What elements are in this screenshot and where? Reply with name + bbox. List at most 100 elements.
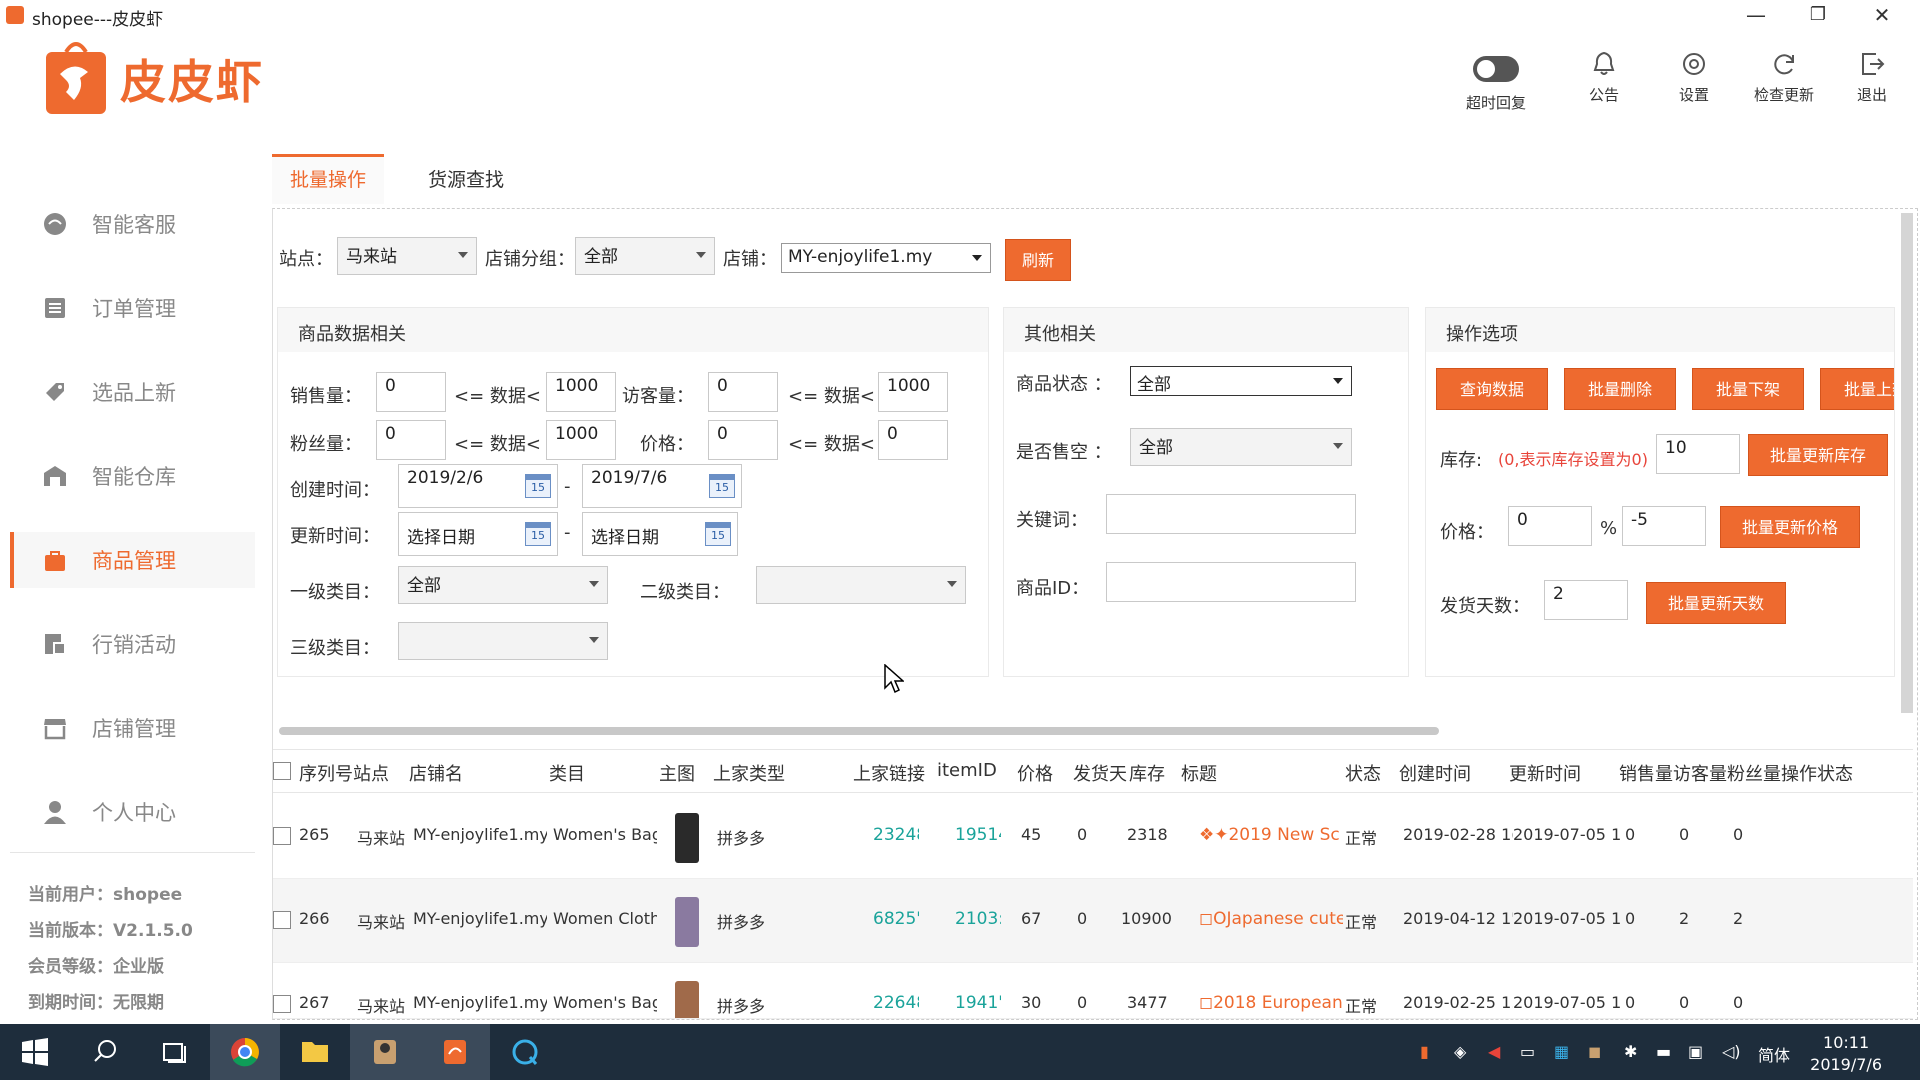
tray-arrow-icon[interactable]: ◀ [1488,1042,1500,1061]
cat3-select[interactable] [398,622,608,660]
cat1-select[interactable]: 全部 [398,566,608,604]
cell-sales: 0 [1625,825,1636,844]
batch-unlist-button[interactable]: 批量下架 [1692,368,1804,410]
price-min-input[interactable]: 0 [708,420,778,460]
sidebar-item-profile[interactable]: 个人中心 [10,784,255,840]
tray-user-icon[interactable]: ◼ [1588,1042,1601,1061]
tray-shield-icon[interactable]: ◈ [1454,1042,1466,1061]
tray-grid-icon[interactable]: ▦ [1554,1042,1569,1061]
horizontal-scrollbar[interactable] [279,727,1439,735]
taskbar-clock[interactable]: 10:11 2019/7/6 [1810,1032,1882,1076]
query-data-button[interactable]: 查询数据 [1436,368,1548,410]
sidebar-item-product-selection[interactable]: 选品上新 [10,364,255,420]
row-checkbox[interactable] [273,827,291,845]
visitors-max-input[interactable]: 1000 [878,372,948,412]
created-to-input[interactable]: 2019/7/6 15 [582,464,742,508]
fans-min-input[interactable]: 0 [376,420,446,460]
volume-icon[interactable]: ◁) [1722,1042,1741,1061]
battery-icon[interactable]: ▬ [1656,1042,1671,1061]
ime-indicator[interactable]: 简体 [1758,1042,1790,1066]
sidebar-item-product-management[interactable]: 商品管理 [10,532,255,588]
cell-item-id[interactable]: 2103: [955,909,1001,929]
refresh-button[interactable]: 刷新 [1005,239,1071,281]
tab-source-search[interactable]: 货源查找 [410,154,534,204]
maximize-button[interactable]: ❐ [1798,2,1838,28]
shop-group-select[interactable]: 全部 [575,237,715,275]
table-row[interactable]: 265 马来站 MY-enjoylife1.my Women's Bag 拼多多… [273,795,1913,879]
chrome-icon[interactable] [210,1024,280,1080]
cell-title: ◻OJapanese cute [1199,909,1343,929]
created-from-input[interactable]: 2019/2/6 15 [398,464,558,508]
price-delta-input[interactable]: -5 [1622,506,1706,546]
notice-button[interactable]: 公告 [1564,50,1644,105]
batch-update-stock-button[interactable]: 批量更新库存 [1748,434,1888,476]
stock-input[interactable]: 10 [1656,434,1740,474]
batch-list-button[interactable]: 批量上架 [1820,368,1894,410]
cell-item-id[interactable]: 19514 [955,825,1001,845]
bluetooth-icon[interactable]: ✱ [1624,1042,1637,1061]
tab-batch-ops[interactable]: 批量操作 [272,154,384,204]
sidebar-item-warehouse[interactable]: 智能仓库 [10,448,255,504]
calendar-icon[interactable]: 15 [525,522,551,546]
tray-monitor-icon[interactable]: ▭ [1520,1042,1535,1061]
keyword-input[interactable] [1106,494,1356,534]
shop-select[interactable]: MY-enjoylife1.my [781,243,991,273]
network-icon[interactable]: ▣ [1688,1042,1703,1061]
col-item-id: itemID [937,760,997,781]
calendar-icon[interactable]: 15 [525,474,551,498]
visitors-min-input[interactable]: 0 [708,372,778,412]
app-taskbar-icon[interactable] [350,1024,420,1080]
sidebar-item-smart-service[interactable]: 智能客服 [10,196,255,252]
sidebar-item-label: 店铺管理 [92,717,176,741]
updated-from-input[interactable]: 选择日期 15 [398,512,558,556]
pipixia-taskbar-icon[interactable] [420,1024,490,1080]
sidebar-item-marketing[interactable]: 行销活动 [10,616,255,672]
product-id-input[interactable] [1106,562,1356,602]
search-icon[interactable] [70,1024,140,1080]
batch-update-days-button[interactable]: 批量更新天数 [1646,582,1786,624]
timeout-reply-toggle[interactable]: 超时回复 [1456,50,1536,113]
app-icon [6,6,24,24]
file-explorer-icon[interactable] [280,1024,350,1080]
calendar-icon[interactable]: 15 [709,474,735,498]
sales-min-input[interactable]: 0 [376,372,446,412]
price-percent-input[interactable]: 0 [1508,506,1592,546]
batch-delete-button[interactable]: 批量删除 [1564,368,1676,410]
cell-source-link[interactable]: 23248 [873,825,919,845]
table-row[interactable]: 267 马来站 MY-enjoylife1.my Women's Bag 拼多多… [273,963,1913,1019]
percent-sign: % [1600,518,1618,539]
row-checkbox[interactable] [273,911,291,929]
cell-source-link[interactable]: 6825' [873,909,919,929]
settings-button[interactable]: 设置 [1654,50,1734,105]
logout-button[interactable]: 退出 [1832,50,1912,105]
status-select[interactable]: 全部 [1130,366,1352,396]
vertical-scrollbar[interactable] [1901,213,1913,713]
price-max-input[interactable]: 0 [878,420,948,460]
sidebar-item-orders[interactable]: 订单管理 [10,280,255,336]
ship-days-input[interactable]: 2 [1544,580,1628,620]
row-checkbox[interactable] [273,995,291,1013]
minimize-button[interactable]: — [1736,2,1776,28]
close-button[interactable]: ✕ [1862,2,1902,28]
windows-start-icon[interactable] [0,1024,70,1080]
sidebar-item-store[interactable]: 店铺管理 [10,700,255,756]
select-all-checkbox[interactable] [273,762,291,780]
cell-item-id[interactable]: 1941' [955,993,1001,1013]
tray-app-icon[interactable]: ▮ [1420,1042,1429,1061]
task-view-icon[interactable] [140,1024,210,1080]
cell-fans: 0 [1733,993,1744,1012]
toggle-icon[interactable] [1473,56,1519,82]
browser-icon[interactable] [490,1024,560,1080]
site-select[interactable]: 马来站 [337,237,477,275]
sales-max-input[interactable]: 1000 [546,372,616,412]
batch-update-price-button[interactable]: 批量更新价格 [1720,506,1860,548]
table-row[interactable]: 266 马来站 MY-enjoylife1.my Women Cloth 拼多多… [273,879,1913,963]
soldout-select[interactable]: 全部 [1130,428,1352,466]
updated-to-input[interactable]: 选择日期 15 [582,512,738,556]
cat2-select[interactable] [756,566,966,604]
calendar-icon[interactable]: 15 [705,522,731,546]
check-update-button[interactable]: 检查更新 [1744,50,1824,105]
fans-max-input[interactable]: 1000 [546,420,616,460]
cell-stock: 2318 [1127,825,1168,844]
cell-source-link[interactable]: 22648 [873,993,919,1013]
